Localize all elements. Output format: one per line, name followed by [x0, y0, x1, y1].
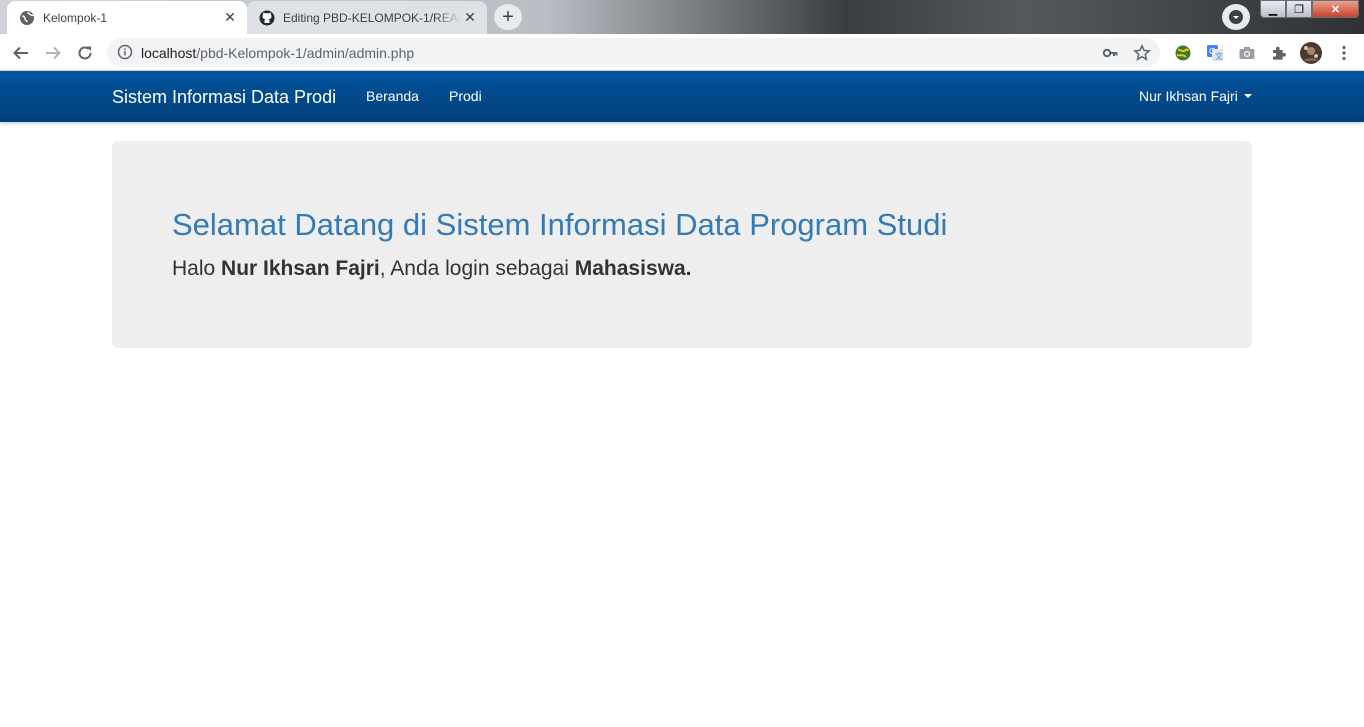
tab-search-button[interactable] — [1222, 4, 1250, 30]
key-icon[interactable] — [1101, 44, 1119, 62]
browser-toolbar: localhost/pbd-Kelompok-1/admin/admin.php… — [0, 34, 1364, 71]
address-bar[interactable]: localhost/pbd-Kelompok-1/admin/admin.php — [107, 38, 1160, 67]
greeting-user-name: Nur Ikhsan Fajri — [221, 257, 380, 280]
url-host: localhost — [141, 45, 197, 61]
minimize-button[interactable]: ▁ — [1260, 0, 1286, 18]
camera-icon[interactable] — [1237, 43, 1257, 63]
arrow-right-icon — [46, 46, 61, 60]
tab-editing-readme[interactable]: Editing PBD-KELOMPOK-1/README.md ✕ — [247, 1, 487, 34]
arrow-left-icon — [13, 46, 28, 60]
reload-icon — [78, 46, 92, 60]
welcome-jumbotron: Selamat Datang di Sistem Informasi Data … — [112, 141, 1252, 348]
reload-button[interactable] — [72, 40, 98, 66]
user-dropdown[interactable]: Nur Ikhsan Fajri — [1139, 88, 1252, 104]
caret-down-icon — [1243, 94, 1252, 98]
welcome-heading: Selamat Datang di Sistem Informasi Data … — [172, 207, 948, 242]
close-tab-icon[interactable]: ✕ — [461, 9, 479, 27]
nav-link-prodi[interactable]: Prodi — [449, 88, 482, 104]
url-path: /pbd-Kelompok-1/admin/admin.php — [196, 45, 415, 61]
puzzle-extensions-icon[interactable] — [1269, 43, 1289, 63]
nav-link-beranda[interactable]: Beranda — [366, 88, 419, 104]
close-tab-icon[interactable]: ✕ — [221, 9, 239, 27]
google-translate-icon[interactable]: G文 — [1205, 43, 1225, 63]
login-greeting: Halo Nur Ikhsan Fajri, Anda login sebaga… — [172, 257, 691, 281]
navbar-brand[interactable]: Sistem Informasi Data Prodi — [112, 87, 336, 108]
tab-title: Kelompok-1 — [43, 10, 108, 25]
github-icon — [259, 10, 275, 26]
site-navbar: Sistem Informasi Data Prodi Beranda Prod… — [0, 71, 1364, 122]
chevron-down-icon — [1229, 10, 1243, 24]
globe-icon — [19, 10, 35, 26]
forward-button[interactable] — [40, 40, 66, 66]
greeting-prefix: Halo — [172, 257, 222, 280]
url-text[interactable]: localhost/pbd-Kelompok-1/admin/admin.php — [141, 45, 414, 61]
profile-avatar[interactable] — [1300, 42, 1322, 64]
close-window-button[interactable]: ✕ — [1312, 0, 1359, 18]
more-vertical-icon[interactable] — [1334, 43, 1354, 63]
info-icon[interactable] — [117, 44, 133, 60]
greeting-middle: , Anda login sebagai — [379, 257, 575, 280]
back-button[interactable] — [8, 40, 34, 66]
star-icon[interactable] — [1133, 44, 1151, 62]
svg-text:文: 文 — [1215, 51, 1223, 61]
tab-kelompok-1[interactable]: Kelompok-1 ✕ — [7, 1, 247, 34]
maximize-button[interactable]: ❐ — [1286, 0, 1312, 18]
greeting-role: Mahasiswa. — [574, 257, 692, 280]
user-name: Nur Ikhsan Fajri — [1139, 88, 1238, 104]
new-tab-button[interactable]: + — [494, 4, 522, 30]
browser-tab-strip: Kelompok-1 ✕ Editing PBD-KELOMPOK-1/READ… — [0, 0, 1364, 34]
extension-globe-icon[interactable] — [1173, 43, 1193, 63]
tab-title: Editing PBD-KELOMPOK-1/README.md — [283, 10, 461, 25]
